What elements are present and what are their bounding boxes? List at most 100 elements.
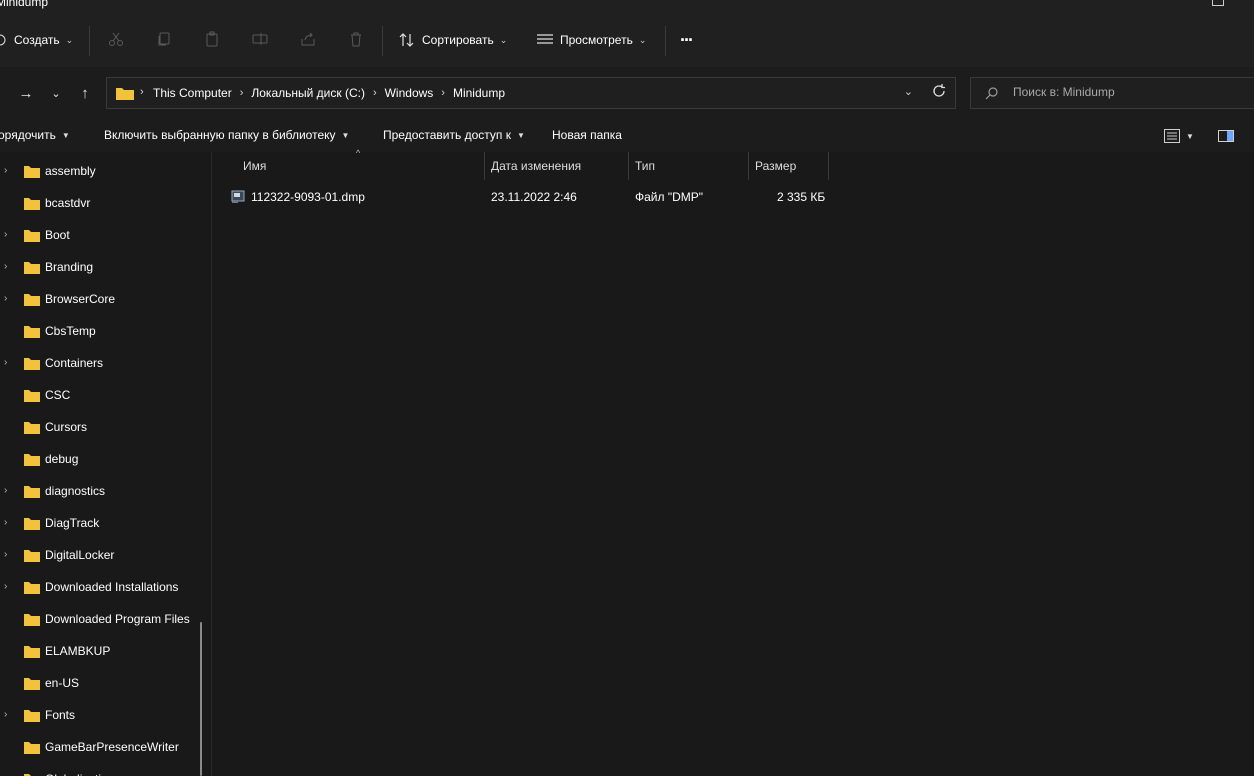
folder-icon — [24, 710, 40, 722]
crumb-windows[interactable]: Windows — [385, 86, 434, 100]
column-header-size[interactable]: Размер — [749, 152, 828, 180]
address-history-chevron-icon[interactable]: ⌄ — [904, 85, 913, 98]
cut-button[interactable] — [106, 29, 126, 49]
tree-item-label: Downloaded Installations — [45, 580, 179, 594]
tree-item[interactable]: › Containers — [0, 347, 200, 379]
copy-button[interactable] — [154, 29, 174, 49]
chevron-right-icon[interactable]: › — [4, 709, 14, 721]
folder-icon — [24, 582, 40, 594]
address-bar[interactable]: › This Computer › Локальный диск (C:) › … — [106, 77, 956, 109]
refresh-icon — [933, 84, 945, 97]
chevron-right-icon[interactable]: › — [240, 87, 244, 99]
tree-item-label: Downloaded Program Files — [45, 612, 190, 626]
rename-button[interactable] — [250, 29, 270, 49]
table-row[interactable]: 112322-9093-01.dmp 23.11.2022 2:46 Файл … — [228, 184, 828, 208]
sort-button[interactable]: Сортировать ⌄ — [398, 26, 507, 54]
recent-locations-button[interactable]: ⌄ — [45, 83, 67, 103]
chevron-right-icon[interactable]: › — [4, 581, 14, 593]
restore-window-button[interactable] — [1212, 0, 1224, 6]
chevron-right-icon[interactable]: › — [4, 165, 14, 177]
tree-item-label: Branding — [45, 260, 94, 274]
include-in-library-label: Включить выбранную папку в библиотеку — [104, 128, 336, 142]
tree-item[interactable]: Downloaded Program Files — [0, 603, 200, 635]
tree-item[interactable]: › assembly — [0, 155, 200, 187]
create-button[interactable]: Создать ⌄ — [0, 26, 73, 54]
tree-item[interactable]: › diagnostics — [0, 475, 200, 507]
tree-item[interactable]: › BrowserCore — [0, 283, 200, 315]
tree-item[interactable]: › Branding — [0, 251, 200, 283]
tree-item[interactable]: bcastdvr — [0, 187, 200, 219]
share-button[interactable] — [298, 29, 318, 49]
tree-item[interactable]: ELAMBKUP — [0, 635, 200, 667]
crumb-local-disk[interactable]: Локальный диск (C:) — [251, 86, 365, 100]
chevron-right-icon[interactable]: › — [4, 293, 14, 305]
tree-item[interactable]: › Downloaded Installations — [0, 571, 200, 603]
column-header-type[interactable]: Тип — [629, 152, 748, 180]
preview-pane-button[interactable] — [1218, 130, 1234, 142]
new-folder-label: Новая папка — [552, 128, 622, 142]
column-header-name[interactable]: Имя — [212, 152, 484, 180]
chevron-down-icon: ⌄ — [65, 34, 74, 45]
crumb-minidump[interactable]: Minidump — [453, 86, 505, 100]
folder-icon — [24, 646, 40, 658]
chevron-right-icon[interactable]: › — [4, 485, 14, 497]
search-box[interactable] — [970, 77, 1254, 109]
tree-item[interactable]: › DiagTrack — [0, 507, 200, 539]
tree-item[interactable]: › Fonts — [0, 699, 200, 731]
change-view-button[interactable]: ▼ — [1164, 129, 1194, 143]
chevron-right-icon[interactable]: › — [4, 517, 14, 529]
tree-item[interactable]: CSC — [0, 379, 200, 411]
folder-icon — [24, 486, 40, 498]
chevron-right-icon[interactable]: › — [373, 87, 377, 99]
new-folder-button[interactable]: Новая папка — [552, 128, 622, 142]
tree-item-label: CSC — [45, 388, 71, 402]
sort-icon — [399, 33, 414, 47]
tree-item[interactable]: › Boot — [0, 219, 200, 251]
tree-item[interactable]: debug — [0, 443, 200, 475]
tree-item-label: Cursors — [45, 420, 88, 434]
address-row: → ⌄ ↑ › This Computer › Локальный диск (… — [0, 67, 1254, 120]
column-divider[interactable] — [828, 152, 829, 180]
folder-icon — [24, 550, 40, 562]
more-options-button[interactable]: ··· — [680, 26, 694, 54]
search-input[interactable] — [1011, 84, 1254, 100]
separator — [382, 26, 383, 56]
view-button[interactable]: Просмотреть ⌄ — [536, 26, 646, 54]
column-header-date[interactable]: Дата изменения — [485, 152, 628, 180]
dropdown-arrow-icon: ▼ — [61, 130, 70, 140]
crumb-this-computer[interactable]: This Computer — [153, 86, 232, 100]
chevron-right-icon[interactable]: › — [4, 229, 14, 241]
chevron-right-icon[interactable]: › — [4, 357, 14, 369]
include-in-library-button[interactable]: Включить выбранную папку в библиотеку ▼ — [104, 128, 349, 142]
folder-icon — [24, 166, 40, 178]
forward-button[interactable]: → — [15, 83, 37, 103]
share-with-button[interactable]: Предоставить доступ к ▼ — [383, 128, 525, 142]
delete-button[interactable] — [346, 29, 366, 49]
organize-label: орядочить — [0, 128, 56, 142]
tree-item[interactable]: GameBarPresenceWriter — [0, 731, 200, 763]
tree-item[interactable]: en-US — [0, 667, 200, 699]
tree-item[interactable]: Globalization — [0, 763, 200, 776]
breadcrumb: This Computer › Локальный диск (C:) › Wi… — [153, 78, 505, 108]
tree-item[interactable]: Cursors — [0, 411, 200, 443]
preview-pane-icon — [1218, 130, 1234, 142]
chevron-right-icon[interactable]: › — [4, 261, 14, 273]
tree-item-label: DiagTrack — [45, 516, 100, 530]
organize-button[interactable]: орядочить ▼ — [0, 128, 70, 142]
folder-icon — [24, 390, 40, 402]
chevron-down-icon: ⌄ — [638, 34, 647, 45]
folder-icon — [24, 198, 40, 210]
tree-item-label: BrowserCore — [45, 292, 116, 306]
sort-label: Сортировать — [422, 33, 494, 47]
tree-item[interactable]: CbsTemp — [0, 315, 200, 347]
title-bar: Minidump — [0, 0, 1254, 12]
tree-item-label: GameBarPresenceWriter — [45, 740, 179, 754]
up-button[interactable]: ↑ — [74, 83, 96, 103]
chevron-right-icon[interactable]: › — [441, 87, 445, 99]
paste-button[interactable] — [202, 29, 222, 49]
tree-item[interactable]: › DigitalLocker — [0, 539, 200, 571]
chevron-right-icon[interactable]: › — [4, 549, 14, 561]
arrow-right-icon: → — [18, 84, 34, 102]
refresh-button[interactable] — [931, 83, 947, 102]
navigation-scrollbar[interactable] — [200, 622, 202, 776]
